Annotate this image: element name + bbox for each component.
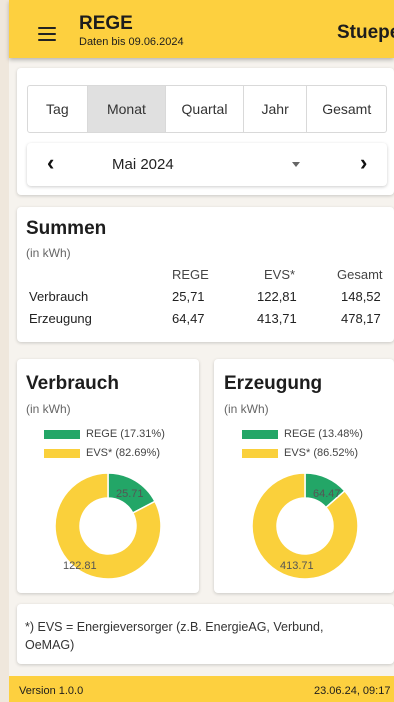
period-card: Tag Monat Quartal Jahr Gesamt ‹ Mai 2024… (17, 68, 394, 195)
donut-label-evs: 122.81 (63, 560, 97, 572)
hamburger-menu-icon[interactable] (38, 27, 56, 41)
legend-rege[interactable]: REGE (13.48%) (242, 428, 363, 440)
table-cell: 64,47 (172, 311, 205, 326)
erzeugung-card: Erzeugung (in kWh) REGE (13.48%) EVS* (8… (214, 359, 394, 593)
chevron-left-icon[interactable]: ‹ (47, 152, 54, 174)
app-title: REGE (79, 13, 133, 34)
table-header: REGE EVS* Gesamt (29, 267, 393, 289)
tab-jahr[interactable]: Jahr (244, 86, 308, 132)
summen-unit: (in kWh) (26, 246, 71, 260)
column-header: EVS* (264, 267, 296, 282)
legend-swatch-rege (44, 429, 80, 439)
table-cell: 148,52 (341, 289, 381, 304)
column-header: REGE (172, 267, 209, 282)
app-bar: REGE Daten bis 09.06.2024 Stuepe (9, 0, 394, 58)
tab-quartal[interactable]: Quartal (166, 86, 244, 132)
tab-gesamt[interactable]: Gesamt (307, 86, 386, 132)
period-selector: ‹ Mai 2024 › (27, 143, 387, 186)
chevron-right-icon[interactable]: › (360, 152, 367, 174)
version-label: Version 1.0.0 (19, 685, 84, 697)
legend-swatch-evs (242, 448, 278, 458)
tab-monat[interactable]: Monat (87, 86, 167, 132)
summen-title: Summen (26, 218, 107, 239)
data-date-subtitle: Daten bis 09.06.2024 (79, 36, 184, 48)
last-updated-timestamp: 23.06.24, 09:17 (314, 685, 391, 697)
summen-table: REGE EVS* Gesamt Verbrauch 25,71 122,81 … (29, 267, 393, 333)
column-header: Gesamt (337, 267, 383, 282)
tab-tag[interactable]: Tag (28, 86, 88, 132)
erzeugung-unit: (in kWh) (224, 402, 269, 416)
verbrauch-title: Verbrauch (26, 373, 119, 394)
row-label: Verbrauch (29, 289, 89, 304)
evs-footnote: *) EVS = Energieversorger (z.B. EnergieA… (25, 620, 324, 652)
verbrauch-unit: (in kWh) (26, 402, 71, 416)
legend-label: EVS* (82.69%) (86, 447, 160, 459)
verbrauch-donut-chart: 25.71 122.81 (54, 472, 162, 580)
legend-swatch-rege (242, 429, 278, 439)
footnote-card: *) EVS = Energieversorger (z.B. EnergieA… (17, 604, 394, 664)
erzeugung-donut-chart: 64.47 413.71 (251, 472, 359, 580)
period-tabs: Tag Monat Quartal Jahr Gesamt (27, 85, 387, 133)
period-value[interactable]: Mai 2024 (112, 156, 174, 173)
legend-label: EVS* (86.52%) (284, 447, 358, 459)
donut-label-evs: 413.71 (280, 560, 314, 572)
table-cell: 478,17 (341, 311, 381, 326)
footer-bar: Version 1.0.0 23.06.24, 09:17 (9, 676, 394, 702)
caret-down-icon[interactable] (292, 162, 300, 167)
legend-label: REGE (13.48%) (284, 428, 363, 440)
row-label: Erzeugung (29, 311, 92, 326)
table-cell: 413,71 (257, 311, 297, 326)
table-cell: 25,71 (172, 289, 205, 304)
legend-label: REGE (17.31%) (86, 428, 165, 440)
donut-label-rege: 64.47 (313, 488, 341, 500)
donut-label-rege: 25.71 (116, 488, 144, 500)
erzeugung-title: Erzeugung (224, 373, 323, 394)
table-row: Erzeugung 64,47 413,71 478,17 (29, 311, 393, 333)
location-name[interactable]: Stuepe (337, 22, 394, 44)
legend-evs[interactable]: EVS* (82.69%) (44, 447, 160, 459)
legend-swatch-evs (44, 448, 80, 458)
table-row: Verbrauch 25,71 122,81 148,52 (29, 289, 393, 311)
legend-evs[interactable]: EVS* (86.52%) (242, 447, 358, 459)
window-edge (0, 0, 9, 702)
table-cell: 122,81 (257, 289, 297, 304)
legend-rege[interactable]: REGE (17.31%) (44, 428, 165, 440)
summen-card: Summen (in kWh) REGE EVS* Gesamt Verbrau… (17, 207, 394, 342)
verbrauch-card: Verbrauch (in kWh) REGE (17.31%) EVS* (8… (17, 359, 199, 593)
